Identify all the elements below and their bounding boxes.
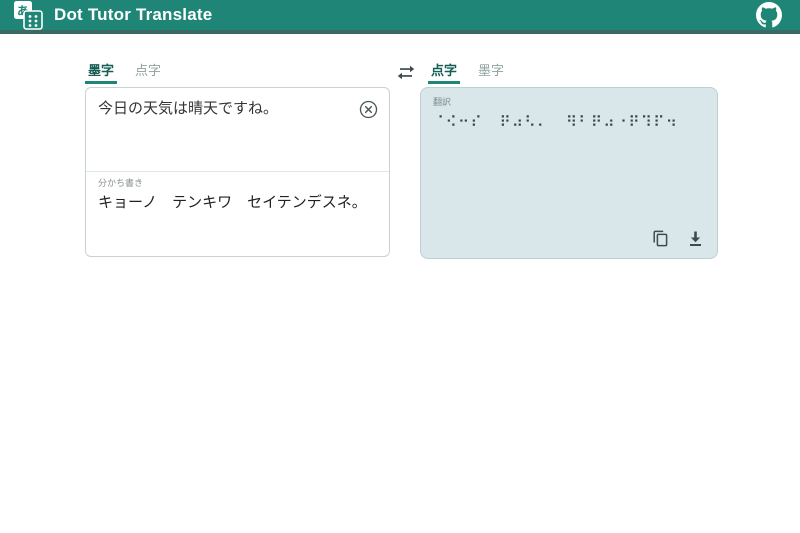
app-logo-icon: あ bbox=[12, 0, 44, 31]
source-tab-sumiji[interactable]: 墨字 bbox=[85, 60, 117, 84]
source-text-input[interactable]: 今日の天気は晴天ですね。 bbox=[86, 88, 389, 128]
download-icon bbox=[687, 229, 704, 248]
braille-output-text: ⠈⠪⠒⠎ ⠟⠴⠣⠄ ⠻⠃⠟⠴⠐⠟⠹⠏⠲ bbox=[421, 108, 717, 132]
download-button[interactable] bbox=[685, 228, 705, 248]
wakachigaki-text: キョーノ テンキワ セイテンデスネ。 bbox=[98, 193, 377, 213]
output-label: 翻訳 bbox=[421, 88, 717, 108]
swap-horizontal-icon bbox=[397, 65, 415, 80]
app-title: Dot Tutor Translate bbox=[54, 5, 212, 25]
github-icon bbox=[756, 2, 782, 28]
main-content: 墨字 点字 今日の天気は晴天ですね。 分かち書き キョーノ テンキワ セイテンデ… bbox=[0, 34, 800, 259]
source-card: 今日の天気は晴天ですね。 分かち書き キョーノ テンキワ セイテンデスネ。 bbox=[85, 87, 390, 257]
card-divider bbox=[86, 171, 389, 172]
source-tabs: 墨字 点字 bbox=[85, 62, 390, 84]
source-column: 墨字 点字 今日の天気は晴天ですね。 分かち書き キョーノ テンキワ セイテンデ… bbox=[85, 62, 390, 259]
wakachigaki-label: 分かち書き bbox=[98, 176, 377, 189]
copy-button[interactable] bbox=[650, 228, 670, 248]
source-tab-tenji[interactable]: 点字 bbox=[132, 60, 164, 84]
output-column: 点字 墨字 翻訳 ⠈⠪⠒⠎ ⠟⠴⠣⠄ ⠻⠃⠟⠴⠐⠟⠹⠏⠲ bbox=[420, 62, 718, 259]
github-link[interactable] bbox=[756, 2, 782, 28]
output-tab-tenji[interactable]: 点字 bbox=[428, 60, 460, 84]
swap-direction-button[interactable] bbox=[397, 65, 415, 80]
copy-icon bbox=[651, 229, 670, 248]
clear-circle-x-icon bbox=[358, 99, 379, 120]
output-actions bbox=[650, 228, 705, 248]
wakachigaki-section: 分かち書き キョーノ テンキワ セイテンデスネ。 bbox=[98, 176, 377, 213]
clear-input-button[interactable] bbox=[356, 97, 380, 121]
app-header: あ Dot Tutor Translate bbox=[0, 0, 800, 34]
output-card: 翻訳 ⠈⠪⠒⠎ ⠟⠴⠣⠄ ⠻⠃⠟⠴⠐⠟⠹⠏⠲ bbox=[420, 87, 718, 259]
output-tabs: 点字 墨字 bbox=[397, 62, 718, 84]
output-tab-sumiji[interactable]: 墨字 bbox=[475, 60, 507, 84]
